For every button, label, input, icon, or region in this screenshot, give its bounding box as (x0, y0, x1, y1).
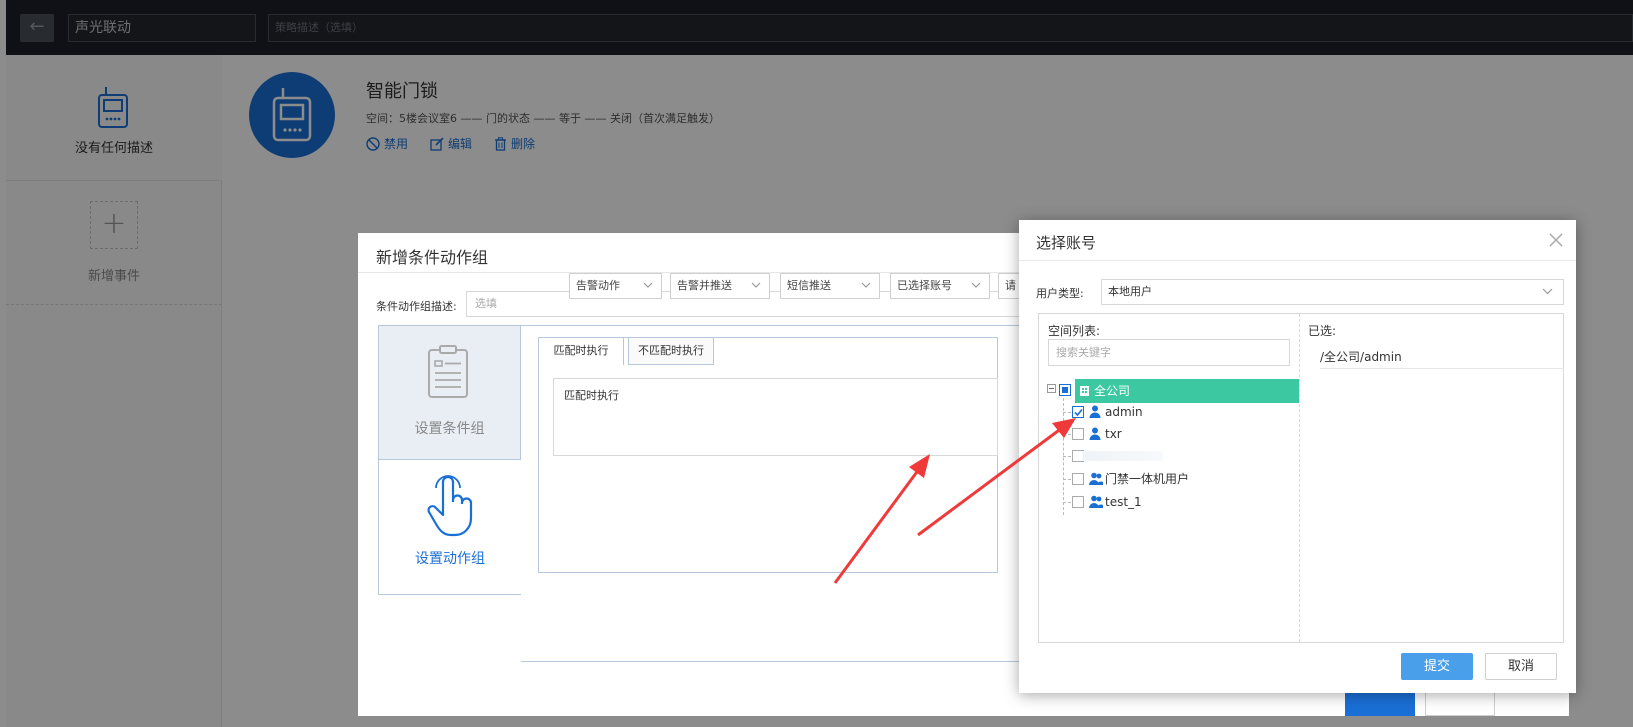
redacted-label (1083, 451, 1163, 461)
dialog-title: 新增条件动作组 (376, 248, 489, 267)
tree-node-root[interactable]: 全公司 (1075, 379, 1299, 403)
tree-root-checkbox[interactable] (1059, 384, 1071, 396)
tab-label: 设置动作组 (415, 551, 485, 567)
user-type-select[interactable]: 本地用户 (1101, 279, 1564, 305)
push-type-select[interactable]: 短信推送 (780, 273, 880, 299)
column-divider (1299, 314, 1300, 642)
tree-node-label: txr (1105, 427, 1122, 441)
checkbox[interactable] (1072, 496, 1084, 508)
select-value: 告警并推送 (677, 279, 732, 292)
confirm-button[interactable] (1345, 689, 1415, 716)
dialog-header: 选择账号 (1019, 220, 1576, 261)
group-desc-label: 条件动作组描述: (376, 300, 457, 313)
chevron-down-icon (751, 282, 761, 288)
tree-node-label: 全公司 (1094, 384, 1131, 398)
chevron-down-icon (971, 282, 981, 288)
select-account-dialog: 选择账号 用户类型: 本地用户 空间列表: 搜索关键字 已选: /全公司/adm… (1019, 220, 1576, 693)
tree-node-test-1[interactable]: test_1 (1063, 491, 1293, 513)
select-value: 告警动作 (576, 279, 620, 292)
tree-line (1063, 456, 1071, 457)
clipboard-icon (428, 345, 468, 398)
building-icon (1080, 386, 1089, 396)
hand-pointer-icon (427, 475, 473, 537)
user-group-icon (1089, 495, 1103, 508)
user-icon (1089, 427, 1101, 440)
close-icon[interactable] (1547, 231, 1565, 249)
tree-node-admin[interactable]: admin (1063, 401, 1293, 423)
chevron-down-icon (861, 282, 871, 288)
checkbox[interactable] (1072, 473, 1084, 485)
chevron-down-icon (1542, 288, 1553, 295)
tab-set-condition-group[interactable]: 设置条件组 (378, 325, 521, 460)
tree-node-access-users[interactable]: 门禁一体机用户 (1063, 468, 1293, 490)
search-input[interactable]: 搜索关键字 (1048, 339, 1290, 366)
tree-line (1063, 502, 1071, 503)
collapse-toggle-icon[interactable] (1047, 384, 1056, 393)
user-icon (1089, 405, 1101, 418)
dialog-title: 选择账号 (1036, 234, 1097, 252)
cancel-button[interactable] (1425, 689, 1495, 716)
cancel-button[interactable]: 取消 (1485, 653, 1557, 680)
user-type-value: 本地用户 (1108, 285, 1152, 298)
account-picker: 空间列表: 搜索关键字 已选: /全公司/admin 全公司 admin txr (1038, 313, 1564, 643)
tab-match[interactable]: 匹配时执行 (538, 337, 624, 365)
tab-set-action-group[interactable]: 设置动作组 (378, 460, 521, 595)
checkbox[interactable] (1072, 428, 1084, 440)
selected-label: 已选: (1308, 324, 1337, 338)
account-select[interactable]: 已选择账号 (890, 273, 990, 299)
chevron-down-icon (643, 282, 653, 288)
tree-node-label: admin (1105, 405, 1143, 419)
tree-line (1063, 434, 1071, 435)
select-value: 短信推送 (787, 279, 831, 292)
selected-item[interactable]: /全公司/admin (1320, 346, 1564, 369)
tab-no-match[interactable]: 不匹配时执行 (628, 337, 714, 365)
tree-node-txr[interactable]: txr (1063, 423, 1293, 445)
submit-button[interactable]: 提交 (1401, 653, 1473, 680)
tree-line (1063, 412, 1071, 413)
select-value: 已选择账号 (897, 279, 952, 292)
exec-block: 匹配时执行 (553, 378, 998, 456)
space-list-label: 空间列表: (1048, 324, 1101, 338)
action-type-select[interactable]: 告警动作 (569, 273, 662, 299)
tree-line (1063, 479, 1071, 480)
alarm-mode-select[interactable]: 告警并推送 (670, 273, 770, 299)
exec-label: 匹配时执行 (564, 389, 619, 402)
checkbox-checked[interactable] (1072, 406, 1084, 418)
tree-node-label: test_1 (1105, 495, 1142, 509)
tab-label: 设置条件组 (414, 421, 485, 437)
select-value: 请 (1005, 279, 1016, 292)
tree-node-label: 门禁一体机用户 (1105, 472, 1190, 486)
tree-node-redacted[interactable] (1063, 445, 1293, 467)
user-group-icon (1089, 472, 1103, 485)
check-icon (1074, 408, 1083, 417)
user-type-label: 用户类型: (1036, 287, 1084, 300)
